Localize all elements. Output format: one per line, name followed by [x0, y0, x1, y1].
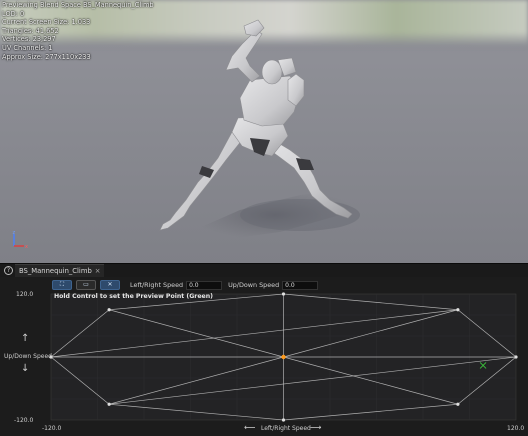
tab-bs-mannequin-climb[interactable]: BS_Mannequin_Climb × — [15, 264, 105, 278]
stat-line: Vertices: 23,297 — [2, 35, 56, 44]
y-axis-max-label: 120.0 — [16, 291, 34, 298]
x-axis-name: Left/Right Speed — [261, 425, 311, 432]
blend-sample-point[interactable] — [107, 402, 111, 406]
blend-sample-point[interactable] — [281, 418, 286, 422]
left-right-speed-input[interactable]: 0.0 — [186, 280, 223, 290]
blend-sample-point[interactable] — [456, 402, 460, 406]
blend-space-toolbar: ⛶ ▭ ✕ Left/Right Speed 0.0 Up/Down Speed… — [52, 280, 319, 290]
arrow-right-icon: ⟶ — [310, 423, 322, 432]
stat-line: Current Screen Size: 1.033 — [2, 18, 91, 27]
x-axis-min-label: -120.0 — [42, 425, 62, 432]
snap-icon: ✕ — [107, 281, 113, 288]
stat-line: Previewing Blend Space BS_Mannequin_Clim… — [2, 1, 154, 9]
blend-sample-point[interactable] — [514, 355, 518, 359]
asset-tab-bar: ? BS_Mannequin_Climb × — [0, 263, 528, 278]
up-down-speed-input[interactable]: 0.0 — [282, 280, 319, 290]
fit-icon: ⛶ — [59, 281, 65, 288]
toggle-display-button[interactable]: ▭ — [76, 280, 96, 290]
gizmo-z-label: z — [13, 230, 16, 236]
y-axis-name: Up/Down Speed — [4, 353, 52, 360]
blend-space-editor: ⛶ ▭ ✕ Left/Right Speed 0.0 Up/Down Speed… — [0, 277, 528, 436]
stat-line: Approx Size: 277x110x233 — [2, 52, 91, 61]
snap-button[interactable]: ✕ — [100, 280, 120, 290]
fit-view-button[interactable]: ⛶ — [52, 280, 72, 290]
y-axis-min-label: -120.0 — [14, 417, 34, 424]
preview-hint-text: Hold Control to set the Preview Point (G… — [54, 293, 213, 300]
preview-point[interactable] — [281, 354, 286, 360]
stat-line: UV Channels: 1 — [2, 43, 53, 52]
stat-line: LOD: 0 — [2, 9, 25, 18]
axis-gizmo-icon: z x — [13, 230, 29, 250]
up-down-speed-label: Up/Down Speed — [228, 281, 280, 289]
toggle-icon: ▭ — [83, 281, 89, 288]
preview-stats-overlay: Previewing Blend Space BS_Mannequin_Clim… — [2, 1, 154, 61]
blend-sample-point[interactable] — [107, 308, 111, 312]
blend-sample-point[interactable] — [456, 308, 460, 312]
gizmo-x-label: x — [25, 244, 28, 250]
arrow-up-icon: ↑ — [21, 333, 30, 344]
help-icon[interactable]: ? — [4, 266, 13, 275]
blend-space-grid[interactable] — [0, 277, 528, 436]
x-axis-max-label: 120.0 — [507, 425, 525, 432]
arrow-down-icon: ↓ — [21, 363, 30, 374]
left-right-speed-label: Left/Right Speed — [130, 281, 184, 289]
tab-label: BS_Mannequin_Climb — [19, 267, 92, 275]
close-icon[interactable]: × — [95, 267, 101, 275]
blend-sample-point[interactable] — [281, 292, 286, 296]
preview-viewport[interactable]: Previewing Blend Space BS_Mannequin_Clim… — [0, 0, 528, 263]
arrow-left-icon: ⟵ — [244, 423, 256, 432]
